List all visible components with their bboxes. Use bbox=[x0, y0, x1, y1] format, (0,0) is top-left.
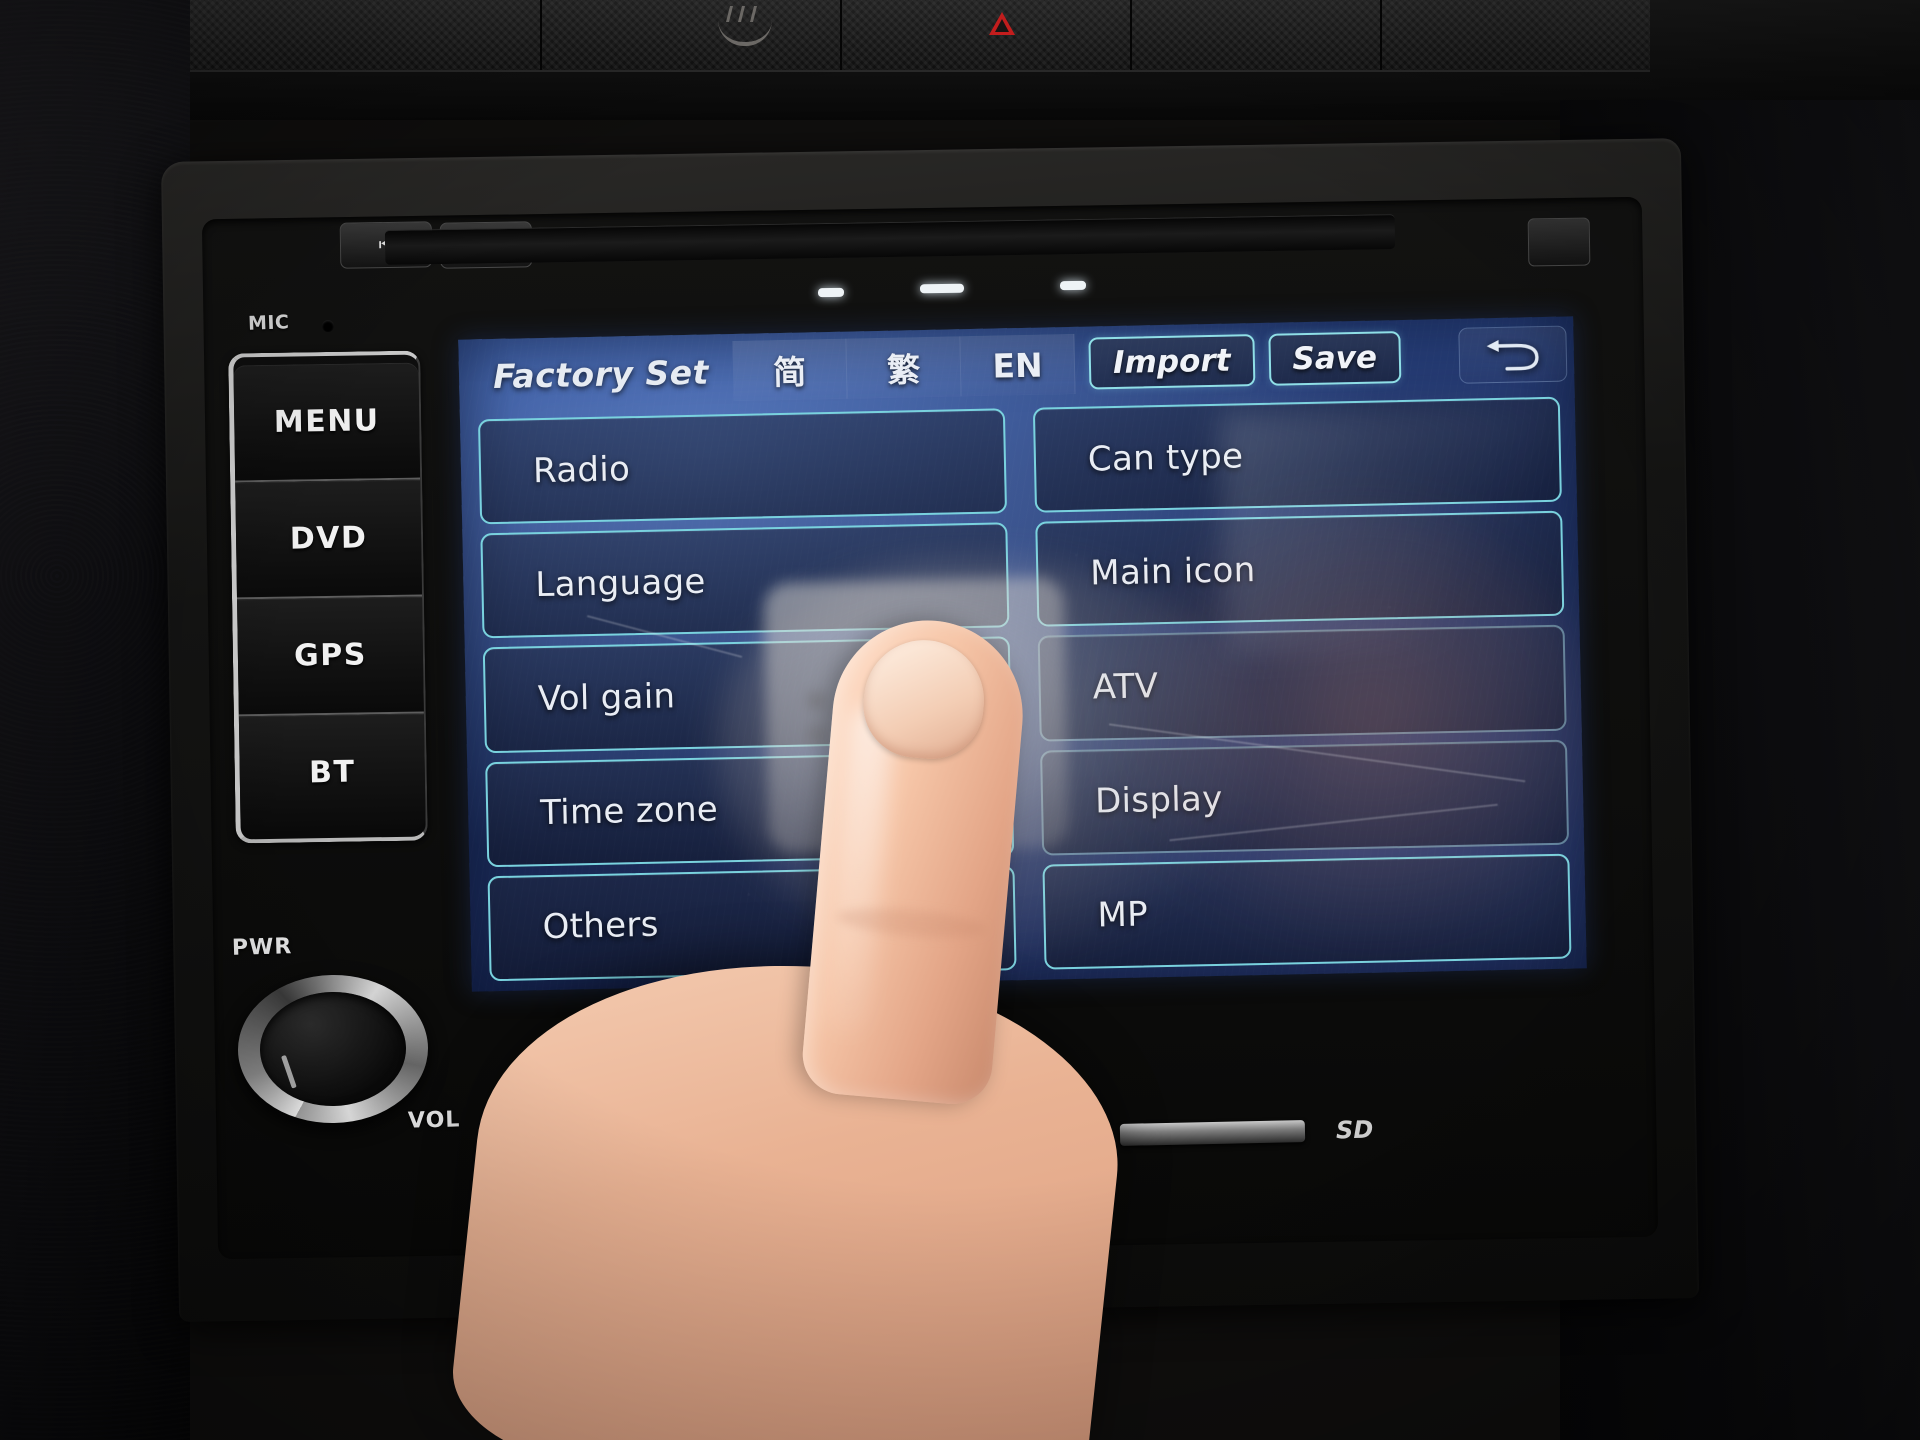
menu-item-radio-label: Radio bbox=[532, 448, 631, 491]
sd-card-slot[interactable] bbox=[1119, 1120, 1306, 1146]
menu-item-others-label: Others bbox=[542, 905, 660, 948]
hardware-key-bt-label: BT bbox=[308, 754, 356, 791]
volume-label: VOL bbox=[407, 1107, 461, 1134]
hardware-key-gps-label: GPS bbox=[293, 637, 368, 674]
microphone-hole bbox=[322, 320, 334, 332]
sd-label: SD bbox=[1335, 1115, 1374, 1145]
back-button[interactable] bbox=[1458, 325, 1568, 384]
photo-of-car-head-unit: ⏮ ⏭ MIC MENU DVD GPS BT PWR VOL SD Facto… bbox=[0, 0, 1920, 1440]
menu-item-mp-label: MP bbox=[1097, 894, 1149, 936]
menu-item-mp[interactable]: MP bbox=[1042, 853, 1572, 970]
menu-item-atv-label: ATV bbox=[1092, 666, 1159, 708]
menu-item-can-type-label: Can type bbox=[1087, 435, 1244, 480]
hazard-triangle-icon bbox=[985, 6, 1019, 36]
carbon-fiber-trim-strip bbox=[150, 0, 1650, 72]
menu-item-display-label: Display bbox=[1094, 779, 1223, 822]
menu-item-main-icon[interactable]: Main icon bbox=[1035, 510, 1565, 628]
power-label: PWR bbox=[231, 934, 293, 961]
menu-item-language-label: Language bbox=[535, 561, 707, 605]
touchscreen-display[interactable]: Factory Set 简 繁 EN Import Save Radio Can… bbox=[458, 316, 1587, 992]
tab-traditional-chinese[interactable]: 繁 bbox=[846, 336, 962, 399]
import-button[interactable]: Import bbox=[1088, 334, 1256, 390]
settings-menu-grid: Radio Can type Language Main icon Vol ga… bbox=[477, 396, 1572, 982]
hazard-light-button[interactable] bbox=[985, 6, 1045, 54]
page-title: Factory Set bbox=[492, 352, 710, 396]
tab-english[interactable]: EN bbox=[960, 333, 1076, 397]
tab-simplified-chinese[interactable]: 简 bbox=[732, 338, 848, 401]
menu-item-can-type[interactable]: Can type bbox=[1032, 396, 1562, 513]
menu-item-radio[interactable]: Radio bbox=[477, 408, 1008, 525]
tab-traditional-chinese-label: 繁 bbox=[886, 350, 921, 390]
hardware-key-gps[interactable]: GPS bbox=[237, 596, 424, 717]
menu-item-vol-gain-label: Vol gain bbox=[537, 676, 676, 720]
save-button-label: Save bbox=[1292, 339, 1378, 378]
menu-item-atv[interactable]: ATV bbox=[1037, 625, 1567, 742]
hardware-key-dvd-label: DVD bbox=[289, 520, 368, 557]
import-button-label: Import bbox=[1112, 342, 1231, 382]
save-button[interactable]: Save bbox=[1267, 331, 1402, 386]
status-led-2 bbox=[919, 283, 965, 294]
status-led-3 bbox=[1059, 280, 1087, 291]
menu-item-display[interactable]: Display bbox=[1040, 739, 1570, 856]
menu-item-time-zone-label: Time zone bbox=[539, 789, 719, 834]
menu-item-main-icon-label: Main icon bbox=[1089, 549, 1256, 594]
status-led-1 bbox=[817, 287, 845, 298]
knob-face bbox=[259, 990, 407, 1108]
tab-english-label: EN bbox=[992, 345, 1044, 386]
screen-toolbar: Factory Set 简 繁 EN Import Save bbox=[466, 323, 1568, 408]
mic-label: MIC bbox=[247, 311, 290, 335]
hardware-key-menu[interactable]: MENU bbox=[233, 362, 421, 483]
back-arrow-icon bbox=[1486, 339, 1539, 371]
hardware-key-bt[interactable]: BT bbox=[238, 713, 426, 832]
tab-simplified-chinese-label: 简 bbox=[772, 352, 807, 393]
hardware-key-dvd[interactable]: DVD bbox=[235, 479, 423, 600]
hardware-key-menu-label: MENU bbox=[273, 403, 380, 440]
hardware-key-column: MENU DVD GPS BT bbox=[228, 350, 428, 844]
eject-button[interactable] bbox=[1527, 217, 1591, 267]
